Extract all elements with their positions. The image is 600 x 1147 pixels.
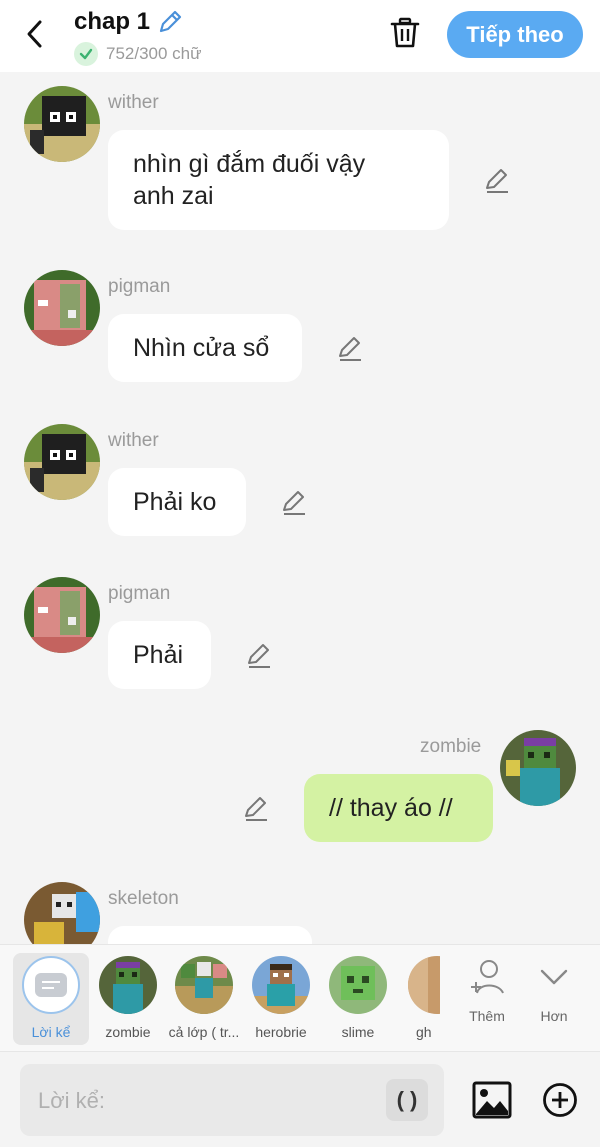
avatar: [175, 956, 233, 1014]
image-icon: [472, 1081, 512, 1119]
avatar: [252, 956, 310, 1014]
edit-message-icon[interactable]: [335, 334, 365, 364]
avatar-pigman[interactable]: [24, 577, 100, 653]
narration-icon: [22, 956, 80, 1014]
more-button[interactable]: Hơn: [524, 959, 584, 1024]
avatar-wither[interactable]: [24, 424, 100, 500]
top-bar: chap 1 752/300 chữ Tiếp theo: [0, 0, 600, 72]
plus-circle-icon: [543, 1083, 577, 1117]
edit-message-icon[interactable]: [244, 641, 274, 671]
character-class[interactable]: cả lớp ( tr...: [166, 953, 242, 1045]
avatar-wither[interactable]: [24, 86, 100, 162]
edit-title-icon[interactable]: [156, 8, 184, 36]
character-label: cả lớp ( tr...: [168, 1024, 240, 1040]
character-label: herobrie: [255, 1024, 307, 1040]
edit-message-icon[interactable]: [482, 166, 512, 196]
avatar: [99, 956, 157, 1014]
message-line: // thay áo //: [329, 794, 453, 822]
edit-message-icon[interactable]: [279, 488, 309, 518]
chat-area[interactable]: wither nhìn gì đắm đuối vậy anh zai pigm…: [0, 72, 600, 944]
sender-name: pigman: [108, 583, 171, 604]
character-label: gh: [416, 1024, 432, 1040]
edit-message-icon[interactable]: [241, 794, 271, 824]
sender-name: wither: [108, 430, 159, 451]
message-bubble[interactable]: // thay áo //: [304, 774, 493, 842]
character-herobrine[interactable]: herobrie: [243, 953, 319, 1045]
add-person-icon: [471, 960, 504, 994]
back-button[interactable]: [20, 18, 52, 50]
parentheses-button[interactable]: ( ): [386, 1079, 428, 1121]
avatar-pigman[interactable]: [24, 270, 100, 346]
message-bubble[interactable]: Phải: [108, 621, 211, 689]
input-placeholder: Lời kể:: [38, 1088, 106, 1113]
character-bar: Lời kể zombie cả lớp ( tr... herobrie sl…: [0, 944, 600, 1052]
chevron-left-icon: [27, 20, 42, 48]
sender-name: skeleton: [108, 888, 179, 909]
chapter-title: chap 1: [74, 8, 151, 35]
character-slime[interactable]: slime: [320, 953, 396, 1045]
message-input[interactable]: Lời kể: ( ): [20, 1064, 444, 1136]
sender-name: zombie: [420, 736, 482, 757]
insert-image-button[interactable]: [472, 1081, 512, 1119]
message-bubble[interactable]: Phải ko: [108, 468, 246, 536]
add-character-button[interactable]: Thêm: [457, 959, 517, 1024]
message-bubble[interactable]: Nhìn cửa sổ: [108, 314, 302, 382]
character-zombie[interactable]: zombie: [90, 953, 166, 1045]
message-bubble[interactable]: [108, 926, 312, 944]
character-partial[interactable]: gh: [400, 953, 440, 1045]
message-bubble[interactable]: nhìn gì đắm đuối vậy anh zai: [108, 130, 449, 230]
message-line: nhìn gì đắm đuối vậy: [133, 150, 366, 178]
more-label: Hơn: [540, 1008, 568, 1024]
word-count: 752/300 chữ: [106, 44, 202, 63]
delete-button[interactable]: [388, 16, 422, 50]
next-button[interactable]: Tiếp theo: [447, 11, 583, 58]
message-line: Phải ko: [133, 488, 217, 516]
character-label: zombie: [105, 1024, 151, 1040]
message-line: Phải: [133, 641, 184, 669]
sender-name: wither: [108, 92, 159, 113]
add-label: Thêm: [469, 1008, 505, 1024]
message-line: Nhìn cửa sổ: [133, 334, 270, 362]
character-label: Lời kể: [31, 1024, 71, 1040]
avatar: [408, 956, 440, 1014]
chevron-down-icon: [540, 969, 568, 985]
avatar: [329, 956, 387, 1014]
input-bar: Lời kể: ( ): [0, 1052, 600, 1147]
message-line: anh zai: [133, 182, 214, 210]
avatar-zombie[interactable]: [500, 730, 576, 806]
check-icon: [74, 42, 98, 66]
avatar-skeleton[interactable]: [24, 882, 100, 944]
sender-name: pigman: [108, 276, 171, 297]
trash-icon: [390, 17, 420, 48]
character-label: slime: [341, 1024, 375, 1040]
character-narrator[interactable]: Lời kể: [13, 953, 89, 1045]
add-button[interactable]: [542, 1082, 578, 1118]
